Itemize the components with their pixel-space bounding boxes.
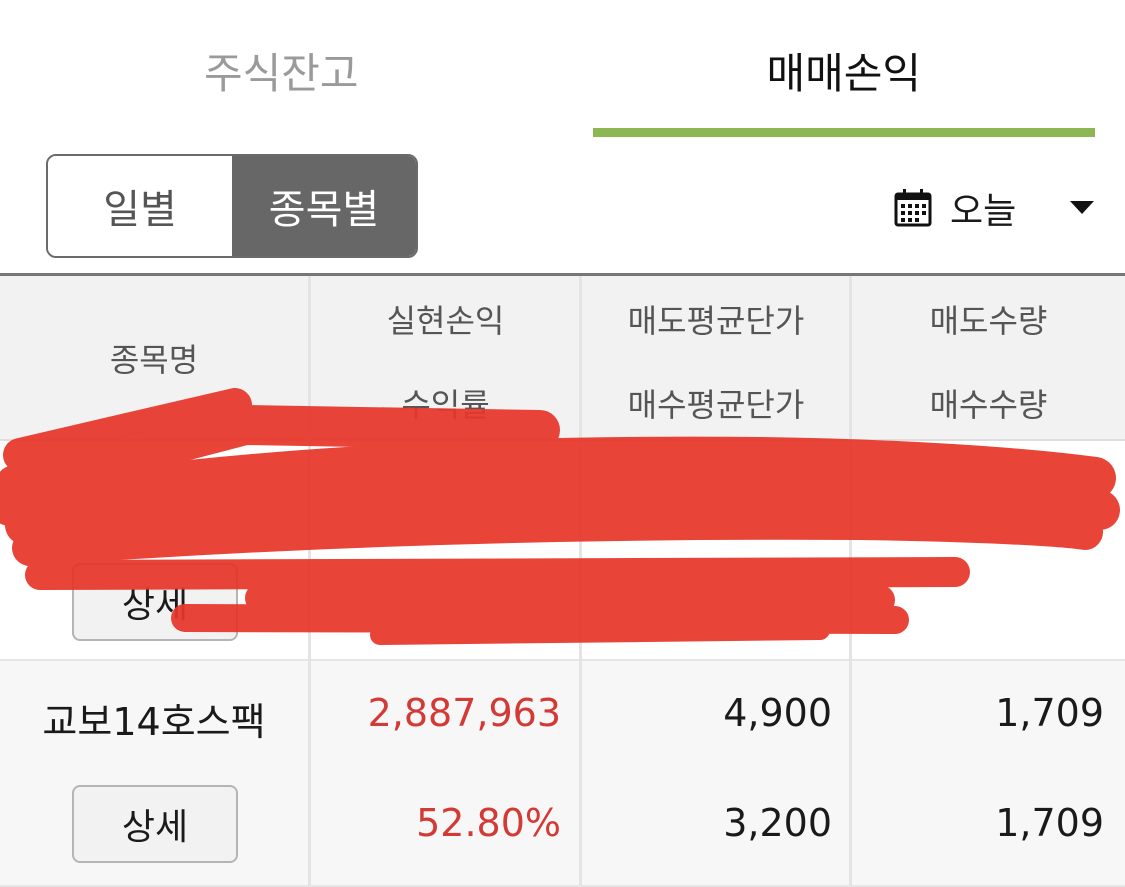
table-row: 교보14호스팩 상세 2,887,963 52.80% 4,900 3,200 … <box>0 661 1125 887</box>
header-return-rate: 수익률 <box>311 380 580 426</box>
column-divider <box>849 276 852 885</box>
sell-qty-value: 1,709 <box>852 691 1104 735</box>
detail-button-label: 상세 <box>122 798 188 850</box>
stock-name-cell: 상세 <box>0 441 308 659</box>
buy-qty-value: 1,709 <box>852 801 1104 845</box>
header-buy-qty: 매수수량 <box>852 380 1125 426</box>
header-stock-name: 종목명 <box>0 276 308 439</box>
header-pl-column: 실현손익 수익률 <box>311 276 580 439</box>
tab-trading-pl[interactable]: 매매손익 <box>563 0 1125 140</box>
date-range-value: 오늘 <box>950 182 1016 234</box>
header-avg-sell-price: 매도평균단가 <box>582 296 850 342</box>
segment-daily-label: 일별 <box>103 177 177 235</box>
date-range-dropdown[interactable]: 오늘 <box>892 180 1102 236</box>
table-header: 종목명 실현손익 수익률 매도평균단가 매수평균단가 매도수량 매수수량 <box>0 276 1125 441</box>
header-sell-qty: 매도수량 <box>852 296 1125 342</box>
column-divider <box>579 276 582 885</box>
header-price-column: 매도평균단가 매수평균단가 <box>582 276 850 439</box>
detail-button-label: 상세 <box>122 576 188 628</box>
table-row: 상세 <box>0 441 1125 661</box>
detail-button[interactable]: 상세 <box>72 785 238 863</box>
active-tab-indicator <box>593 128 1096 137</box>
trading-pl-table: 종목명 실현손익 수익률 매도평균단가 매수평균단가 매도수량 매수수량 상세 … <box>0 273 1125 885</box>
header-realized-pl: 실현손익 <box>311 296 580 342</box>
tab-trading-pl-label: 매매손익 <box>766 40 921 101</box>
avg-buy-price-value: 3,200 <box>582 801 832 845</box>
tab-stock-balance[interactable]: 주식잔고 <box>0 0 563 140</box>
segment-by-stock-label: 종목별 <box>269 177 379 235</box>
chevron-down-icon <box>1070 201 1094 214</box>
segment-daily[interactable]: 일별 <box>48 156 232 256</box>
avg-sell-price-value: 4,900 <box>582 691 832 735</box>
view-mode-toggle: 일별 종목별 <box>46 154 418 258</box>
header-qty-column: 매도수량 매수수량 <box>852 276 1125 439</box>
return-rate-value: 52.80% <box>311 801 561 845</box>
column-divider <box>308 276 311 885</box>
tab-stock-balance-label: 주식잔고 <box>204 40 359 101</box>
detail-button[interactable]: 상세 <box>72 563 238 641</box>
realized-pl-value: 2,887,963 <box>311 691 561 735</box>
top-tab-bar: 주식잔고 매매손익 <box>0 0 1125 140</box>
segment-by-stock[interactable]: 종목별 <box>232 156 416 256</box>
calendar-icon <box>892 187 934 229</box>
stock-name: 교보14호스팩 <box>0 691 308 746</box>
header-avg-buy-price: 매수평균단가 <box>582 380 850 426</box>
stock-name-cell: 교보14호스팩 상세 <box>0 661 308 885</box>
